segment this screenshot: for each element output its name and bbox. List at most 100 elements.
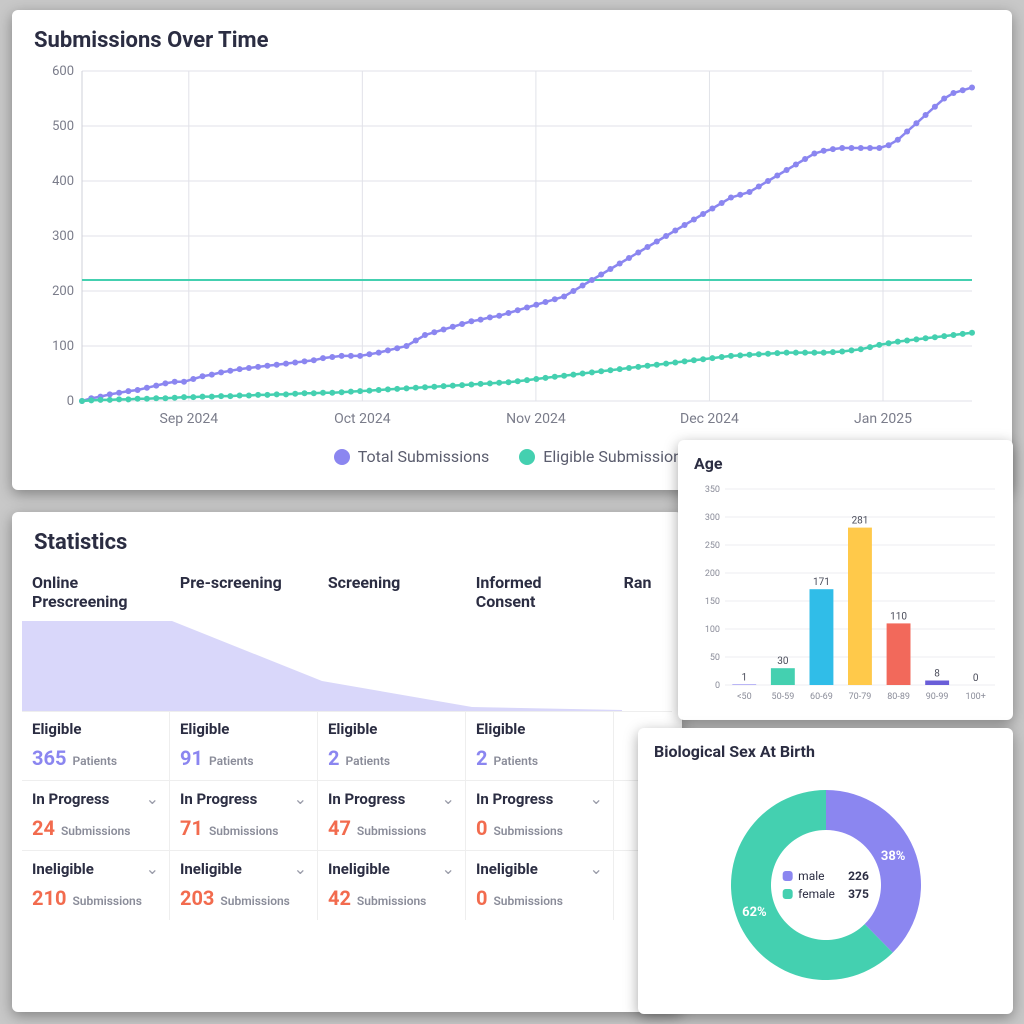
stat-label: Ineligible xyxy=(328,860,390,878)
age-chart-title: Age xyxy=(678,440,1013,477)
stat-label: Eligible xyxy=(32,720,81,738)
svg-text:50: 50 xyxy=(709,653,719,663)
svg-text:500: 500 xyxy=(52,119,74,134)
svg-text:400: 400 xyxy=(52,174,74,189)
stat-cell[interactable]: Ineligible⌄210Submissions xyxy=(22,850,169,920)
stat-cell[interactable]: In Progress⌄71Submissions xyxy=(169,780,317,850)
stat-cell[interactable]: Ineligible⌄0Submissions xyxy=(465,850,613,920)
stage-header: Online Prescreening xyxy=(22,563,170,621)
stat-unit: Submissions xyxy=(61,824,130,838)
stat-cell: Eligible2Patients xyxy=(465,711,613,780)
stat-number: 42 xyxy=(328,886,351,910)
stat-label: Eligible xyxy=(328,720,377,738)
svg-text:300: 300 xyxy=(704,513,719,523)
svg-text:30: 30 xyxy=(777,656,789,667)
svg-text:250: 250 xyxy=(704,541,719,551)
stat-label: Ineligible xyxy=(476,860,538,878)
sex-male-pct: 38% xyxy=(881,849,906,864)
chevron-down-icon[interactable]: ⌄ xyxy=(294,789,307,808)
stat-cell: Eligible91Patients xyxy=(169,711,317,780)
legend-eligible-label: Eligible Submissions xyxy=(543,447,690,466)
funnel-graphic xyxy=(12,621,682,711)
stat-number: 91 xyxy=(180,746,203,770)
svg-text:100: 100 xyxy=(52,339,74,354)
svg-text:600: 600 xyxy=(52,64,74,79)
sex-female-count: 375 xyxy=(848,887,869,901)
stat-cell[interactable]: In Progress ⌄ 47 Submissions xyxy=(317,780,465,850)
chevron-down-icon[interactable]: ⌄ xyxy=(146,789,159,808)
stats-row: In Progress⌄24SubmissionsIn Progress⌄71S… xyxy=(12,780,682,850)
sex-female-pct: 62% xyxy=(742,905,767,920)
sex-donut-chart[interactable]: male 226 female 375 38% 62% xyxy=(638,765,1013,1005)
svg-text:200: 200 xyxy=(52,284,74,299)
sex-legend-female[interactable]: female 375 xyxy=(782,885,869,903)
svg-text:300: 300 xyxy=(52,229,74,244)
svg-text:171: 171 xyxy=(812,577,829,588)
stats-row: Eligible365PatientsEligible91PatientsEli… xyxy=(12,711,682,780)
stat-cell[interactable]: Ineligible⌄203Submissions xyxy=(169,850,317,920)
stat-unit: Submissions xyxy=(493,824,562,838)
chevron-down-icon[interactable]: ⌄ xyxy=(590,859,603,878)
svg-text:0: 0 xyxy=(714,681,719,691)
stat-label: In Progress xyxy=(32,790,109,808)
svg-text:Dec 2024: Dec 2024 xyxy=(680,411,739,427)
stage-header: Informed Consent xyxy=(466,563,614,621)
stat-unit: Submissions xyxy=(357,894,426,908)
legend-eligible[interactable]: Eligible Submissions xyxy=(519,447,690,466)
stat-unit: Patients xyxy=(72,754,117,768)
stat-number: 2 xyxy=(476,746,487,770)
svg-text:0: 0 xyxy=(67,394,74,409)
svg-text:100+: 100+ xyxy=(965,692,985,702)
sex-legend-male[interactable]: male 226 xyxy=(782,867,869,885)
svg-text:90-99: 90-99 xyxy=(925,692,948,702)
svg-text:110: 110 xyxy=(890,611,907,622)
stat-unit: Patients xyxy=(493,754,538,768)
stage-headers-row: Online Prescreening Pre-screening Screen… xyxy=(12,563,682,621)
svg-text:Sep 2024: Sep 2024 xyxy=(160,411,219,427)
stat-cell[interactable]: In Progress ⌄ 0 Submissions xyxy=(465,780,613,850)
stage-header: Ran xyxy=(614,563,672,621)
svg-text:100: 100 xyxy=(704,625,719,635)
svg-text:Oct 2024: Oct 2024 xyxy=(334,411,391,427)
chevron-down-icon[interactable]: ⌄ xyxy=(146,859,159,878)
legend-total[interactable]: Total Submissions xyxy=(334,447,490,466)
stat-cell[interactable]: Ineligible ⌄ 42 Submissions xyxy=(317,850,465,920)
stat-label: In Progress xyxy=(328,790,405,808)
stat-label: Ineligible xyxy=(32,860,94,878)
stat-number: 0 xyxy=(476,816,487,840)
stat-label: In Progress xyxy=(476,790,553,808)
svg-text:200: 200 xyxy=(704,569,719,579)
stat-cell: Eligible365Patients xyxy=(22,711,169,780)
stats-row: Ineligible⌄210SubmissionsIneligible⌄203S… xyxy=(12,850,682,920)
stat-number: 71 xyxy=(180,816,203,840)
stat-unit: Patients xyxy=(209,754,254,768)
svg-text:8: 8 xyxy=(934,669,940,680)
sex-legend: male 226 female 375 xyxy=(782,867,869,903)
age-bar-chart[interactable]: 0501001502002503003501<503050-5917160-69… xyxy=(691,477,1001,707)
chevron-down-icon[interactable]: ⌄ xyxy=(590,789,603,808)
legend-dot-icon xyxy=(519,449,535,465)
svg-text:70-79: 70-79 xyxy=(848,692,871,702)
chevron-down-icon[interactable]: ⌄ xyxy=(442,789,455,808)
submissions-chart-title: Submissions Over Time xyxy=(12,10,1012,61)
legend-dot-icon xyxy=(334,449,350,465)
chevron-down-icon[interactable]: ⌄ xyxy=(442,859,455,878)
stat-number: 203 xyxy=(180,886,214,910)
submissions-line-chart[interactable]: 0 100 200 300 400 500 600 Sep 2024 Oct 2024 Nov 2… xyxy=(32,61,992,441)
chevron-down-icon[interactable]: ⌄ xyxy=(294,859,307,878)
svg-text:50-59: 50-59 xyxy=(771,692,794,702)
statistics-card: Statistics Online Prescreening Pre-scree… xyxy=(12,512,682,1012)
stat-unit: Submissions xyxy=(209,824,278,838)
stat-number: 47 xyxy=(328,816,351,840)
stat-cell[interactable]: In Progress⌄24Submissions xyxy=(22,780,169,850)
sex-male-label: male xyxy=(798,869,842,883)
stat-unit: Patients xyxy=(345,754,390,768)
svg-text:281: 281 xyxy=(851,516,868,527)
svg-text:0: 0 xyxy=(972,673,978,684)
svg-text:Nov 2024: Nov 2024 xyxy=(506,411,566,427)
stage-header: Pre-screening xyxy=(170,563,318,621)
submissions-over-time-card: Submissions Over Time 0 100 200 300 400 500 60… xyxy=(12,10,1012,490)
stat-unit: Submissions xyxy=(357,824,426,838)
stat-cell: Eligible2Patients xyxy=(317,711,465,780)
statistics-title: Statistics xyxy=(12,512,682,563)
